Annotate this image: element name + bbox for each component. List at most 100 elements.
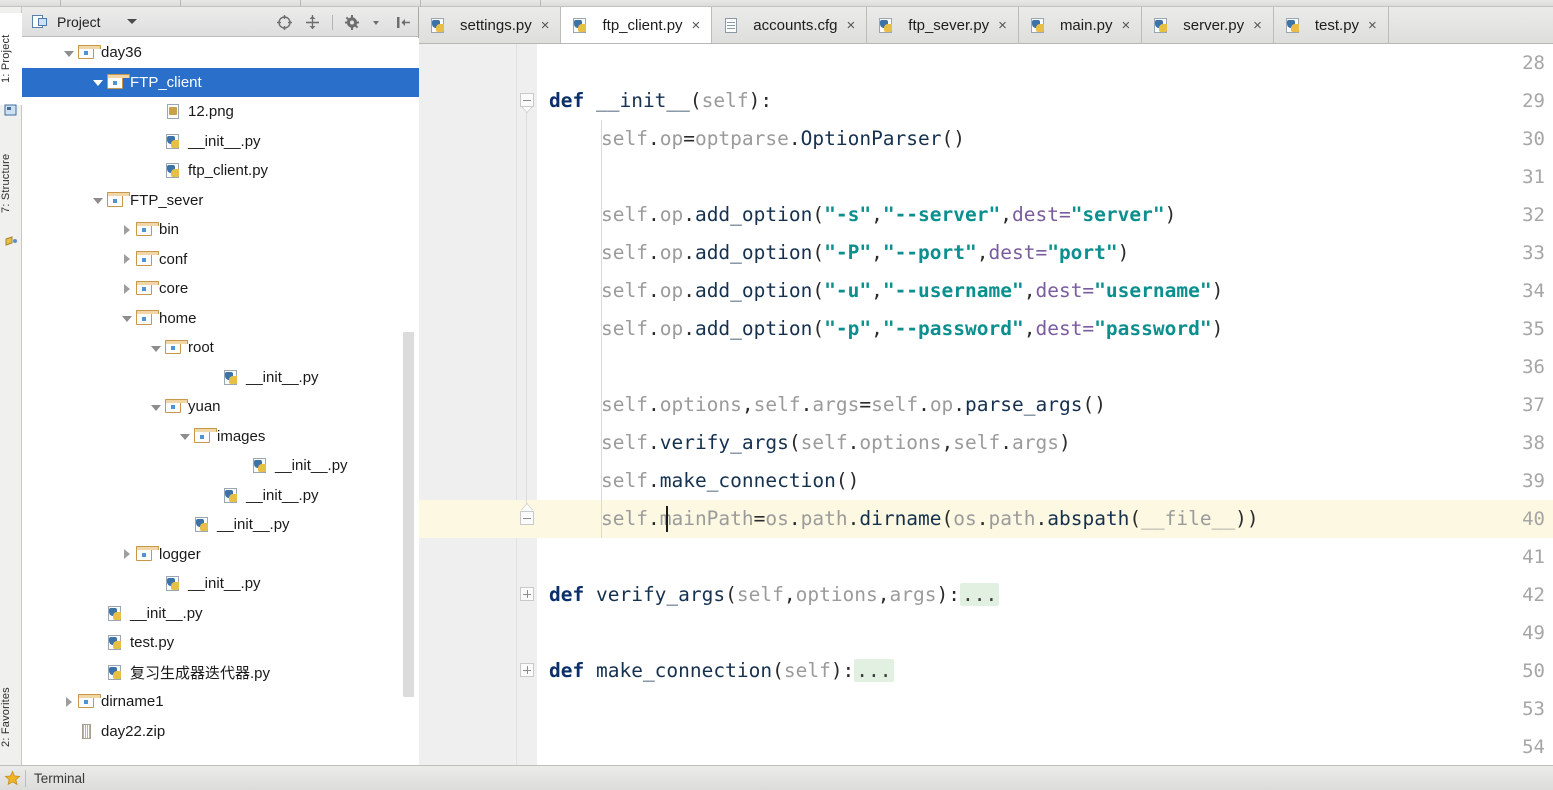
fold-collapse-icon[interactable] xyxy=(519,92,536,112)
tree-item[interactable]: day36 xyxy=(22,38,419,68)
code-line[interactable]: self.make_connection() xyxy=(601,462,859,500)
editor-tab-label: ftp_sever.py xyxy=(908,16,990,34)
tree-item[interactable]: __init__.py xyxy=(22,510,419,540)
tree-item[interactable]: FTP_client xyxy=(22,67,419,97)
tree-item[interactable]: root xyxy=(22,333,419,363)
tree-item[interactable]: images xyxy=(22,422,419,452)
tree-item[interactable]: core xyxy=(22,274,419,304)
tree-item[interactable]: test.py xyxy=(22,628,419,658)
tree-twisty-right-icon[interactable] xyxy=(119,251,135,267)
tree-twisty-right-icon[interactable] xyxy=(119,546,135,562)
close-icon[interactable]: × xyxy=(692,18,701,33)
editor-tab-label: ftp_client.py xyxy=(602,16,683,34)
tree-item[interactable]: __init__.py xyxy=(22,363,419,393)
close-icon[interactable]: × xyxy=(847,18,856,33)
tree-item-label: __init__.py xyxy=(246,486,319,504)
gear-dropdown-icon[interactable] xyxy=(372,14,384,31)
close-icon[interactable]: × xyxy=(541,18,550,33)
folder-icon xyxy=(106,74,130,91)
rail-item-structure[interactable]: 7: Structure xyxy=(0,129,22,237)
tree-item[interactable]: logger xyxy=(22,540,419,570)
tree-item[interactable]: __init__.py xyxy=(22,451,419,481)
code-line[interactable]: self.op.add_option("-s","--server",dest=… xyxy=(601,196,1176,234)
code-line[interactable]: self.op.add_option("-u","--username",des… xyxy=(601,272,1223,310)
code-line[interactable]: self.op.add_option("-p","--password",des… xyxy=(601,310,1223,348)
tree-item[interactable]: day22.zip xyxy=(22,717,419,747)
tree-twisty-down-icon[interactable] xyxy=(177,428,193,444)
editor-tab[interactable]: ftp_client.py × xyxy=(561,7,713,43)
code-line[interactable]: def verify_args(self,options,args):... xyxy=(549,576,1000,614)
tree-twisty-down-icon[interactable] xyxy=(148,340,164,356)
editor-tab[interactable]: settings.py × xyxy=(419,7,562,43)
editor-tab[interactable]: main.py × xyxy=(1019,7,1143,43)
tree-item[interactable]: 12.png xyxy=(22,97,419,127)
tree-item[interactable]: __init__.py xyxy=(22,127,419,157)
tree-twisty-down-icon[interactable] xyxy=(119,310,135,326)
code-editor[interactable]: 28 29 30 31 32 33 34 35 36 37 38 39 40 41 42 49 50 53 54 de… xyxy=(419,44,1553,765)
collapsed-code-marker[interactable]: ... xyxy=(854,659,894,682)
close-icon[interactable]: × xyxy=(1368,18,1377,33)
editor-tab[interactable]: ftp_sever.py × xyxy=(867,7,1019,43)
fold-gutter[interactable] xyxy=(517,44,537,765)
tree-twisty-down-icon[interactable] xyxy=(148,399,164,415)
tree-item[interactable]: bin xyxy=(22,215,419,245)
tree-item-label: dirname1 xyxy=(101,693,164,711)
hide-panel-icon[interactable] xyxy=(395,14,412,31)
tree-item[interactable]: __init__.py xyxy=(22,599,419,629)
tree-item-label: __init__.py xyxy=(130,604,203,622)
terminal-button[interactable]: Terminal xyxy=(34,771,85,786)
tree-twisty-down-icon[interactable] xyxy=(61,45,77,61)
tree-item[interactable]: conf xyxy=(22,245,419,275)
editor-tab[interactable]: accounts.cfg × xyxy=(712,7,868,43)
status-tool-bar: Terminal xyxy=(0,765,1553,790)
tree-twisty-right-icon[interactable] xyxy=(119,281,135,297)
chevron-down-icon[interactable] xyxy=(126,19,137,24)
line-number: 33 xyxy=(1522,242,1545,264)
editor-tab[interactable]: test.py × xyxy=(1274,7,1389,43)
tree-item[interactable]: home xyxy=(22,304,419,334)
fold-expand-icon[interactable] xyxy=(519,662,536,679)
folder-icon xyxy=(164,339,188,356)
folder-icon xyxy=(135,251,159,268)
code-line[interactable]: self.op=optparse.OptionParser() xyxy=(601,120,965,158)
fold-expand-icon[interactable] xyxy=(519,586,536,603)
code-line[interactable]: self.op.add_option("-P","--port",dest="p… xyxy=(601,234,1129,272)
editor-tab[interactable]: server.py × xyxy=(1142,7,1274,43)
tree-item[interactable]: ftp_client.py xyxy=(22,156,419,186)
star-icon[interactable] xyxy=(4,770,21,787)
code-line[interactable]: def make_connection(self):... xyxy=(549,652,894,690)
rail-item-favorites[interactable]: 2: Favorites xyxy=(0,667,22,767)
line-number-gutter[interactable] xyxy=(419,44,517,765)
close-icon[interactable]: × xyxy=(998,18,1007,33)
code-line[interactable]: self.mainPath=os.path.dirname(os.path.ab… xyxy=(601,500,1259,538)
rail-item-project[interactable]: 1: Project xyxy=(0,13,22,105)
code-line[interactable]: self.options,self.args=self.op.parse_arg… xyxy=(601,386,1106,424)
tree-item[interactable]: FTP_sever xyxy=(22,186,419,216)
editor-tab-label: test.py xyxy=(1314,16,1360,34)
collapsed-code-marker[interactable]: ... xyxy=(959,583,1000,606)
project-tree[interactable]: day36 FTP_client 12.png __init__.py ftp_clie… xyxy=(22,38,419,765)
tree-item[interactable]: __init__.py xyxy=(22,481,419,511)
close-icon[interactable]: × xyxy=(1253,18,1262,33)
tree-twisty-right-icon[interactable] xyxy=(119,222,135,238)
fold-region-end-icon[interactable] xyxy=(519,504,536,527)
project-tree-scrollbar[interactable] xyxy=(403,332,414,697)
tree-item[interactable]: __init__.py xyxy=(22,569,419,599)
tree-twisty-right-icon[interactable] xyxy=(61,694,77,710)
tree-twisty-down-icon[interactable] xyxy=(90,192,106,208)
tree-item[interactable]: dirname1 xyxy=(22,687,419,717)
tree-twisty-down-icon[interactable] xyxy=(90,74,106,90)
code-line[interactable]: self.verify_args(self.options,self.args) xyxy=(601,424,1071,462)
tree-item[interactable]: yuan xyxy=(22,392,419,422)
editor-tab-bar: settings.py × ftp_client.py × accounts.cfg × f… xyxy=(419,7,1553,44)
collapse-all-icon[interactable] xyxy=(304,14,321,31)
tree-item[interactable]: 复习生成器迭代器.py xyxy=(22,658,419,688)
locate-target-icon[interactable] xyxy=(276,14,293,31)
settings-gear-icon[interactable] xyxy=(344,14,361,31)
close-icon[interactable]: × xyxy=(1121,18,1130,33)
code-line[interactable]: def __init__(self): xyxy=(549,82,772,120)
